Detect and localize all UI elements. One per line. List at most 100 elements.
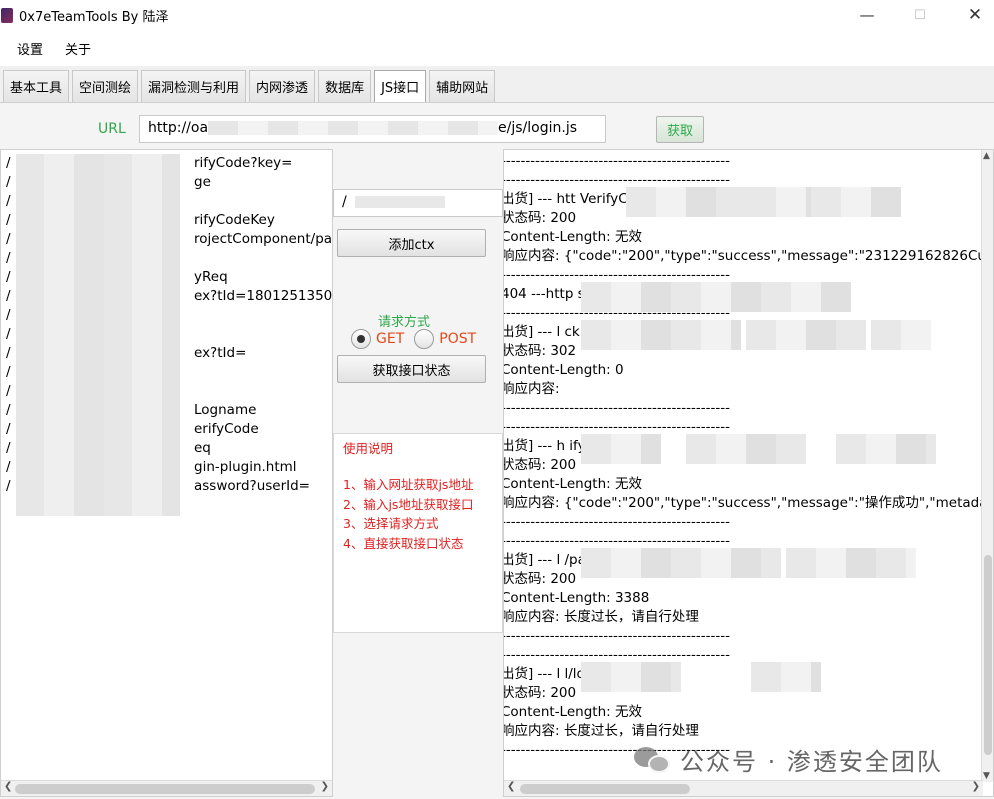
url-input[interactable]: http://oa e/js/login.js: [139, 115, 606, 143]
menu-about[interactable]: 关于: [65, 39, 91, 58]
result-line: 状态码: 200: [503, 571, 577, 587]
result-line: ----------------------------------------…: [503, 400, 730, 416]
close-button[interactable]: ✕: [952, 0, 994, 30]
url-value-start: http://oa: [148, 120, 209, 136]
scrollbar-thumb[interactable]: [520, 784, 690, 794]
tab-helper-sites[interactable]: 辅助网站: [429, 70, 496, 102]
list-item-prefix: /: [6, 421, 11, 437]
list-item-path: rojectComponent/pa: [194, 231, 333, 247]
add-ctx-button[interactable]: 添加ctx: [337, 229, 486, 257]
tab-vuln-detect[interactable]: 漏洞检测与利用: [141, 70, 247, 102]
get-radio-label[interactable]: GET: [376, 331, 404, 347]
help-step: 4、直接获取接口状态: [343, 535, 464, 551]
ctx-redacted: [355, 196, 446, 208]
result-line: 响应内容: {"code":"200","type":"success","me…: [503, 495, 983, 511]
tab-content: URL http://oa e/js/login.js 获取 / rifyCode?…: [0, 102, 994, 799]
list-item-path: eq: [194, 440, 211, 456]
help-step: 3、选择请求方式: [343, 516, 439, 531]
fetch-button[interactable]: 获取: [656, 116, 704, 143]
result-line: 状态码: 200: [503, 210, 577, 226]
help-step: 1、输入网址获取js地址: [343, 477, 474, 492]
control-panel: / 添加ctx 请求方式 GET POST 获取接口状态 使用说明 1、输入网址…: [333, 149, 503, 797]
list-item-prefix: /: [6, 288, 11, 304]
list-item-path: erifyCode: [194, 421, 259, 437]
radio-selected-dot: [357, 335, 365, 343]
list-item-path: gin-plugin.html: [194, 459, 297, 475]
redaction-block: [16, 154, 180, 516]
list-item-path: assword?userId=: [194, 478, 310, 494]
result-line: Content-Length: 无效: [503, 229, 642, 245]
ctx-input[interactable]: /: [333, 189, 503, 217]
scroll-right-icon[interactable]: ❯: [972, 781, 980, 792]
tab-js-interface[interactable]: JS接口: [374, 70, 427, 102]
tab-database[interactable]: 数据库: [318, 70, 372, 102]
list-item-prefix: /: [6, 478, 11, 494]
result-line: Content-Length: 3388: [503, 590, 650, 606]
list-item-path: ge: [194, 174, 211, 190]
horizontal-scrollbar[interactable]: ❮ ❯: [1, 780, 332, 796]
tab-basic-tools[interactable]: 基本工具: [3, 70, 70, 102]
scroll-right-icon[interactable]: ❯: [321, 781, 329, 792]
endpoint-list-panel[interactable]: / rifyCode?key= / ge / / rifyCodeKey / rojectCom…: [0, 149, 333, 797]
url-value-end: e/js/login.js: [498, 120, 578, 136]
tab-space-mapping[interactable]: 空间测绘: [72, 70, 139, 102]
horizontal-scrollbar[interactable]: ❮ ❯: [504, 780, 983, 796]
menu-bar: 设置 关于: [0, 30, 994, 66]
result-line: ----------------------------------------…: [503, 153, 730, 169]
result-line: 出货] --- l l/login: [503, 666, 606, 682]
result-line: 状态码: 200: [503, 457, 577, 473]
list-item-prefix: /: [6, 364, 11, 380]
result-output-panel[interactable]: ----------------------------------------…: [503, 149, 994, 797]
result-line: ----------------------------------------…: [503, 647, 730, 663]
list-item-path: Logname: [194, 402, 257, 418]
minimize-button[interactable]: —: [844, 0, 890, 30]
list-item-prefix: /: [6, 231, 11, 247]
result-line: Content-Length: 无效: [503, 704, 642, 720]
get-status-button[interactable]: 获取接口状态: [337, 355, 486, 383]
list-item-prefix: /: [6, 193, 11, 209]
result-line: 响应内容:: [503, 381, 560, 397]
tab-intranet[interactable]: 内网渗透: [249, 70, 316, 102]
list-item-path: ex?tId=: [194, 345, 247, 361]
maximize-button[interactable]: ☐: [897, 0, 943, 30]
app-icon: [1, 7, 13, 23]
scroll-down-icon[interactable]: ▼: [983, 771, 990, 781]
scroll-left-icon[interactable]: ❮: [507, 781, 515, 792]
result-line: Content-Length: 0: [503, 362, 624, 378]
method-radio-group: GET POST: [351, 329, 476, 349]
window-title: 0x7eTeamTools By 陆泽: [19, 9, 169, 25]
list-item-path: rifyCodeKey: [194, 212, 275, 228]
scrollbar-thumb[interactable]: [984, 555, 992, 755]
post-radio[interactable]: [414, 329, 435, 349]
url-redacted: [208, 121, 499, 135]
result-lines: ----------------------------------------…: [503, 152, 983, 760]
list-item-prefix: /: [6, 212, 11, 228]
result-line: 响应内容: 长度过长，请自行处理: [503, 723, 699, 739]
result-line: ----------------------------------------…: [503, 514, 730, 530]
scroll-up-icon[interactable]: ▲: [983, 151, 990, 161]
list-item-prefix: /: [6, 307, 11, 323]
watermark: 公众号 · 渗透安全团队: [632, 742, 943, 777]
list-item-prefix: /: [6, 440, 11, 456]
wechat-icon: [632, 745, 672, 775]
list-item-prefix: /: [6, 383, 11, 399]
list-item-prefix: /: [6, 250, 11, 266]
help-step: 2、输入js地址获取接口: [343, 496, 474, 512]
result-line: 响应内容: 长度过长，请自行处理: [503, 609, 699, 625]
post-radio-label[interactable]: POST: [439, 331, 476, 347]
get-radio[interactable]: [351, 329, 371, 349]
result-line: ----------------------------------------…: [503, 628, 730, 644]
tab-bar: 基本工具 空间测绘 漏洞检测与利用 内网渗透 数据库 JS接口 辅助网站: [0, 70, 496, 102]
scrollbar-thumb[interactable]: [15, 784, 315, 794]
list-item-prefix: /: [6, 459, 11, 475]
list-item-prefix: /: [6, 174, 11, 190]
method-label: 请求方式: [378, 315, 431, 330]
list-item-prefix: /: [6, 345, 11, 361]
list-item-prefix: /: [6, 326, 11, 342]
list-item-prefix: /: [6, 402, 11, 418]
vertical-scrollbar[interactable]: ▲ ▼: [981, 150, 993, 782]
scroll-left-icon[interactable]: ❮: [4, 781, 12, 792]
list-item-path: yReq: [194, 269, 228, 285]
menu-settings[interactable]: 设置: [17, 39, 43, 58]
watermark-text: 公众号 · 渗透安全团队: [680, 748, 943, 776]
